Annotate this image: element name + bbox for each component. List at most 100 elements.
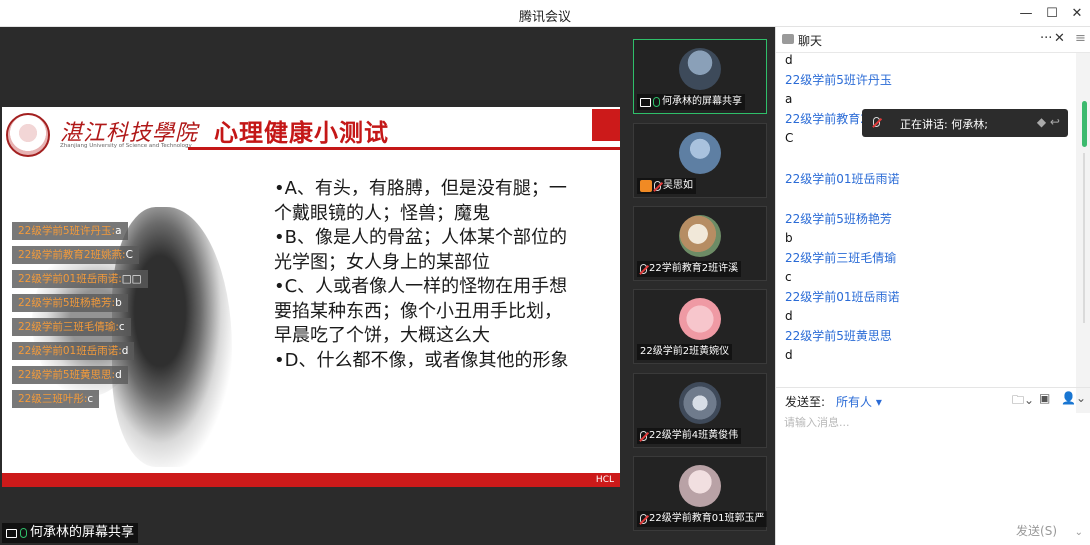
participant-name: 22级学前教育01班郭玉严 <box>649 513 765 524</box>
participant-name: 22级学前4班黄俊伟 <box>649 430 739 441</box>
participant-tile[interactable]: 何承林的屏幕共享 <box>633 39 767 114</box>
user-select-icon[interactable]: 👤⌄ <box>1061 391 1086 405</box>
side-menu-icon[interactable]: ≡ <box>1075 31 1086 46</box>
chat-close-button[interactable]: ✕ <box>1054 31 1065 46</box>
participant-name: 22学前教育2班许溪 <box>649 263 739 274</box>
participant-name: 22级学前2班黄婉仪 <box>640 346 730 357</box>
participant-tile[interactable]: 吴思如 <box>633 123 767 198</box>
chat-scrollbar[interactable] <box>1076 53 1090 413</box>
mic-muted-icon <box>640 264 647 274</box>
send-to-dropdown[interactable]: 所有人 ▾ <box>836 393 882 410</box>
chat-message-text: a <box>785 92 793 106</box>
scrollbar-thumb[interactable] <box>1082 101 1087 147</box>
danmaku-message: 22级学前教育2班姚燕:C <box>12 246 139 264</box>
chat-message-sender: 22级学前01班岳雨诺 <box>785 290 900 304</box>
university-seal-icon <box>6 113 50 157</box>
danmaku-answer: d <box>121 345 129 357</box>
slide-footer-text: HCL <box>595 475 614 485</box>
participant-tile[interactable]: 22级学前4班黄俊伟 <box>633 373 767 448</box>
screen-share-owner: 何承林的屏幕共享 <box>30 525 135 540</box>
chat-message-text: d <box>785 53 793 67</box>
send-options-icon[interactable]: ⌄ <box>1075 527 1083 538</box>
chat-message-sender: 22级学前5班黄思思 <box>785 329 892 343</box>
danmaku-name: 22级学前01班岳雨诺: <box>18 273 122 285</box>
danmaku-message: 22级学前01班岳雨诺:□□ <box>12 270 148 288</box>
title-accent-block <box>592 109 620 141</box>
chat-message-text: b <box>785 231 793 245</box>
screen-share-label: 何承林的屏幕共享 <box>2 523 139 543</box>
slide-footer-bar: HCL <box>2 473 620 487</box>
slide-title: 心理健康小测试 <box>214 119 389 147</box>
title-bar: 腾讯会议 — ☐ ✕ <box>0 0 1090 27</box>
danmaku-message: 22级学前5班许丹玉:a <box>12 222 128 240</box>
folder-icon[interactable]: 🗀⌄ <box>1012 391 1034 412</box>
screen-share-icon <box>640 97 651 107</box>
university-logo-subtext: Zhanjiang University of Science and Tech… <box>60 143 192 149</box>
avatar <box>679 132 721 174</box>
chat-panel: 聊天 ··· ✕ ≡ d 22级学前5班许丹玉 a 22级学前教育2 C 22级… <box>775 27 1090 545</box>
mic-muted-icon <box>654 181 661 191</box>
avatar <box>679 215 721 257</box>
danmaku-message: 22级学前01班岳雨诺:d <box>12 342 135 360</box>
participant-name-tag: 吴思如 <box>637 178 696 194</box>
participant-tile[interactable]: 22级学前教育01班郭玉严 <box>633 456 768 531</box>
send-button[interactable]: 发送(S) <box>1016 522 1057 539</box>
mic-muted-icon <box>640 514 647 524</box>
chat-message-sender: 22级学前5班杨艳芳 <box>785 212 892 226</box>
speaking-text: 正在讲话: 何承林; <box>900 118 988 131</box>
maximize-button[interactable]: ☐ <box>1041 3 1063 23</box>
danmaku-answer: C <box>125 249 133 261</box>
scrollbar-track <box>1083 153 1085 323</box>
participant-name-tag: 22级学前教育01班郭玉严 <box>637 511 768 527</box>
participant-tile[interactable]: 22级学前2班黄婉仪 <box>633 289 767 364</box>
option-b: •B、像是人的骨盆；人体某个部位的光学图；女人身上的某部位 <box>274 227 567 273</box>
danmaku-name: 22级学前5班杨艳芳: <box>18 297 116 309</box>
close-button[interactable]: ✕ <box>1066 3 1088 23</box>
mic-icon <box>653 97 660 107</box>
danmaku-message: 22级学前5班黄思思:d <box>12 366 128 384</box>
chat-title: 聊天 <box>798 34 823 48</box>
option-c: •C、人或者像人一样的怪物在用手想要掐某种东西；像个小丑用手比划，早晨吃了个饼，… <box>274 276 568 346</box>
avatar <box>679 465 721 507</box>
chat-message-text: C <box>785 131 794 145</box>
mic-muted-icon <box>873 117 880 127</box>
chat-message-sender: 22级学前三班毛倩瑜 <box>785 251 897 265</box>
participant-name-tag: 何承林的屏幕共享 <box>637 94 745 110</box>
slide-header: 湛江科技學院 Zhanjiang University of Science a… <box>2 107 620 157</box>
user-icon <box>640 180 652 192</box>
window-title: 腾讯会议 <box>518 10 571 25</box>
chat-compose-area: 发送至: 所有人 ▾ 🗀⌄ ▣ 👤⌄ 发送(S) ⌄ <box>776 387 1090 545</box>
send-to-label: 发送至: <box>785 395 826 409</box>
slide-options: •A、有头，有胳膊，但是没有腿；一个戴眼镜的人；怪兽；魔鬼 •B、像是人的骨盆；… <box>274 177 574 373</box>
participant-tile[interactable]: 22学前教育2班许溪 <box>633 206 767 281</box>
danmaku-name: 22级学前三班毛倩瑜: <box>18 321 119 333</box>
message-input[interactable] <box>784 412 1079 432</box>
chat-message-sender: 22级学前教育2 <box>785 112 868 126</box>
option-a: •A、有头，有胳膊，但是没有腿；一个戴眼镜的人；怪兽；魔鬼 <box>274 178 567 224</box>
minimize-button[interactable]: — <box>1015 3 1037 23</box>
danmaku-name: 22级学前5班黄思思: <box>18 369 116 381</box>
danmaku-answer: □□ <box>121 273 142 285</box>
danmaku-name: 22级学前教育2班姚燕: <box>18 249 126 261</box>
danmaku-name: 22级三班叶彤: <box>18 393 88 405</box>
avatar <box>679 298 721 340</box>
avatar <box>679 48 721 90</box>
danmaku-answer: a <box>115 225 122 237</box>
danmaku-answer: d <box>115 369 122 381</box>
chat-message-text: d <box>785 309 793 323</box>
speaking-tools-icon[interactable]: ◆ ↩ <box>1037 115 1060 129</box>
danmaku-message: 22级学前三班毛倩瑜:c <box>12 318 131 336</box>
option-d: •D、什么都不像，或者像其他的形象 <box>274 349 569 371</box>
chat-message-sender: 22级学前5班许丹玉 <box>785 73 892 87</box>
shared-screen-stage[interactable]: 湛江科技學院 Zhanjiang University of Science a… <box>0 27 628 545</box>
chat-bubble-icon <box>782 34 794 44</box>
screenshot-icon[interactable]: ▣ <box>1039 391 1050 405</box>
danmaku-message: 22级三班叶彤:c <box>12 390 100 408</box>
danmaku-answer: c <box>118 321 125 333</box>
participant-name: 何承林的屏幕共享 <box>662 96 742 107</box>
danmaku-name: 22级学前01班岳雨诺: <box>18 345 122 357</box>
participant-name-tag: 22级学前4班黄俊伟 <box>637 428 742 444</box>
more-options-button[interactable]: ··· <box>1040 31 1052 46</box>
title-underline <box>188 147 620 150</box>
avatar <box>679 382 721 424</box>
